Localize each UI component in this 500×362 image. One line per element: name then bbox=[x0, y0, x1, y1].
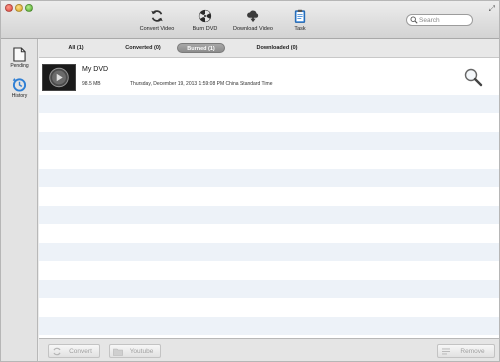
remove-button-label: Remove bbox=[460, 347, 485, 355]
row-stripe bbox=[39, 206, 499, 224]
folder-icon bbox=[113, 348, 123, 356]
search-input[interactable] bbox=[419, 16, 471, 24]
row-date: Thursday, December 19, 2013 1:59:08 PM C… bbox=[130, 81, 273, 87]
tab-all[interactable]: All (1) bbox=[61, 43, 91, 53]
task-label: Task bbox=[294, 26, 306, 32]
convert-icon bbox=[53, 347, 61, 355]
download-video-button[interactable]: Download Video bbox=[226, 9, 280, 32]
convert-video-button[interactable]: Convert Video bbox=[130, 9, 184, 32]
row-stripe bbox=[39, 280, 499, 298]
convert-video-label: Convert Video bbox=[139, 26, 175, 32]
list-item[interactable]: My DVD 98.5 MB Thursday, December 19, 20… bbox=[39, 58, 499, 95]
tab-downloaded[interactable]: Downloaded (0) bbox=[249, 43, 305, 53]
history-clock-icon bbox=[12, 77, 27, 92]
tab-converted[interactable]: Converted (0) bbox=[117, 43, 169, 53]
clipboard-icon bbox=[294, 9, 306, 23]
minimize-window-button[interactable] bbox=[15, 4, 23, 12]
sidebar-item-label: History bbox=[11, 93, 28, 99]
filter-tab-bar: All (1) Converted (0) Burned (1) Downloa… bbox=[39, 39, 499, 58]
magnifier-icon[interactable] bbox=[463, 67, 483, 87]
bottom-bar: Convert Youtube Remove bbox=[39, 338, 499, 361]
row-title: My DVD bbox=[82, 66, 109, 73]
document-icon bbox=[13, 47, 26, 62]
zoom-window-button[interactable] bbox=[25, 4, 33, 12]
toolbar: ⤢ Convert Video Burn DVD Download Video … bbox=[1, 1, 499, 39]
row-stripe bbox=[39, 243, 499, 261]
row-size: 98.5 MB bbox=[82, 81, 101, 87]
tab-burned[interactable]: Burned (1) bbox=[177, 43, 225, 53]
search-field[interactable] bbox=[406, 14, 473, 26]
burn-disc-icon bbox=[198, 9, 212, 23]
convert-button[interactable]: Convert bbox=[48, 344, 100, 358]
download-video-label: Download Video bbox=[233, 26, 273, 32]
search-icon bbox=[410, 16, 418, 24]
convert-button-label: Convert bbox=[69, 347, 92, 355]
row-stripe bbox=[39, 169, 499, 187]
sidebar: Pending History bbox=[1, 39, 38, 361]
refresh-icon bbox=[151, 10, 163, 22]
row-stripe bbox=[39, 132, 499, 150]
remove-list-icon bbox=[442, 348, 450, 354]
sidebar-item-label: Pending bbox=[10, 63, 29, 69]
youtube-button[interactable]: Youtube bbox=[109, 344, 161, 358]
task-button[interactable]: Task bbox=[273, 9, 327, 32]
remove-button[interactable]: Remove bbox=[437, 344, 495, 358]
youtube-button-label: Youtube bbox=[129, 347, 154, 355]
row-stripe bbox=[39, 317, 499, 335]
fullscreen-icon[interactable]: ⤢ bbox=[489, 4, 495, 14]
sidebar-item-history[interactable]: History bbox=[1, 77, 38, 99]
sidebar-item-pending[interactable]: Pending bbox=[1, 47, 38, 69]
task-list: My DVD 98.5 MB Thursday, December 19, 20… bbox=[39, 58, 499, 338]
row-stripe bbox=[39, 95, 499, 113]
close-window-button[interactable] bbox=[5, 4, 13, 12]
play-icon bbox=[49, 67, 69, 88]
burn-dvd-label: Burn DVD bbox=[192, 26, 218, 32]
video-thumbnail bbox=[42, 64, 76, 91]
app-window: ⤢ Convert Video Burn DVD Download Video … bbox=[0, 0, 500, 362]
cloud-download-icon bbox=[247, 10, 259, 23]
burn-dvd-button[interactable]: Burn DVD bbox=[178, 9, 232, 32]
